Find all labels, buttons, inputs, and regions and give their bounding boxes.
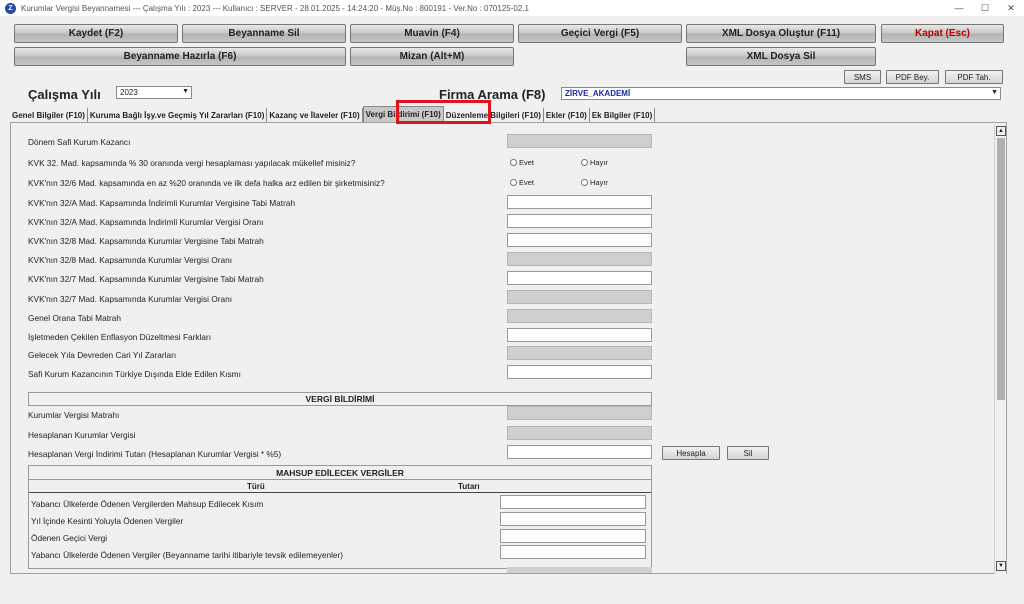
- mahsup-kesinti-input[interactable]: [500, 512, 646, 526]
- sil-button[interactable]: Sil: [727, 446, 769, 460]
- kurumlar-vergisi-matrahi-field: [507, 406, 652, 420]
- mahsup-column-header: Türü Tutarı: [29, 480, 651, 493]
- chevron-down-icon: ▼: [182, 88, 189, 95]
- tab-kazanc-ilaveler[interactable]: Kazanç ve İlaveler (F10): [267, 108, 363, 122]
- mizan-button[interactable]: Mizan (Alt+M): [350, 47, 514, 66]
- kvk32-8-oran-field: [507, 252, 652, 266]
- radio-circle-icon: [510, 179, 517, 186]
- tab-bar: Genel Bilgiler (F10) Kuruma Bağlı İşy.ve…: [10, 106, 656, 122]
- gecici-vergi-button[interactable]: Geçici Vergi (F5): [518, 24, 682, 43]
- row-label: KVK'nın 32/8 Mad. Kapsamında Kurumlar Ve…: [28, 236, 264, 246]
- app-logo-icon: Z: [5, 2, 16, 14]
- minimize-icon[interactable]: —: [946, 0, 972, 16]
- tab-genel-bilgiler[interactable]: Genel Bilgiler (F10): [10, 108, 88, 122]
- sms-button[interactable]: SMS: [844, 70, 881, 84]
- row-label: KVK 32. Mad. kapsamında % 30 oranında ve…: [28, 158, 356, 168]
- kaydet-button[interactable]: Kaydet (F2): [14, 24, 178, 43]
- kvk32a-oran-input[interactable]: [507, 214, 652, 228]
- kvk32-7-matrah-input[interactable]: [507, 271, 652, 285]
- firma-select[interactable]: ZİRVE_AKADEMİ ▼: [561, 87, 1001, 100]
- vertical-scrollbar[interactable]: ▲ ▼: [994, 124, 1006, 574]
- mahsup-row-label: Yabancı Ülkelerde Ödenen Vergiler (Beyan…: [31, 550, 344, 560]
- row-label: KVK'nın 32/8 Mad. Kapsamında Kurumlar Ve…: [28, 255, 233, 265]
- row-label: Dönem Safi Kurum Kazancı: [28, 137, 131, 147]
- xml-dosya-sil-button[interactable]: XML Dosya Sil: [686, 47, 876, 66]
- tab-ekler[interactable]: Ekler (F10): [544, 108, 590, 122]
- pdf-tah-button[interactable]: PDF Tah.: [945, 70, 1003, 84]
- vergi-bildirimi-header: VERGİ BİLDİRİMİ: [28, 392, 652, 406]
- window-controls: — ☐ ✕: [946, 0, 1024, 16]
- xml-dosya-olustur-button[interactable]: XML Dosya Oluştur (F11): [686, 24, 876, 43]
- hesapla-button[interactable]: Hesapla: [662, 446, 720, 460]
- radio-circle-icon: [510, 159, 517, 166]
- calisma-yili-label: Çalışma Yılı: [28, 87, 101, 102]
- kvk32-8-matrah-input[interactable]: [507, 233, 652, 247]
- beyanname-sil-button[interactable]: Beyanname Sil: [182, 24, 346, 43]
- scroll-up-icon[interactable]: ▲: [996, 126, 1006, 136]
- kvk32-6-hayir-radio[interactable]: Hayır: [581, 178, 608, 187]
- row-label: Hesaplanan Kurumlar Vergisi: [28, 430, 136, 440]
- row-label: Genel Orana Tabi Matrah: [28, 313, 122, 323]
- scroll-down-icon[interactable]: ▼: [996, 561, 1006, 571]
- row-label: KVK'nın 32/7 Mad. Kapsamında Kurumlar Ve…: [28, 274, 264, 284]
- chevron-down-icon: ▼: [991, 89, 998, 96]
- row-label: KVK'nın 32/A Mad. Kapsamında İndirimli K…: [28, 217, 264, 227]
- beyanname-hazirla-button[interactable]: Beyanname Hazırla (F6): [14, 47, 346, 66]
- tab-kuruma-bagli[interactable]: Kuruma Bağlı İşy.ve Geçmiş Yıl Zararları…: [88, 108, 268, 122]
- col-tutari: Tutarı: [458, 482, 480, 491]
- calisma-yili-value: 2023: [120, 88, 138, 97]
- genel-orana-tabi-matrah-field: [507, 309, 652, 323]
- radio-label: Hayır: [590, 158, 608, 167]
- calisma-yili-select[interactable]: 2023 ▼: [116, 86, 192, 99]
- partial-field: [507, 567, 652, 573]
- radio-label: Evet: [519, 178, 535, 187]
- mahsup-row-label: Yabancı Ülkelerde Ödenen Vergilerden Mah…: [31, 499, 264, 509]
- kvk32-hayir-radio[interactable]: Hayır: [581, 158, 608, 167]
- kvk32-6-evet-radio[interactable]: Evet: [510, 178, 534, 187]
- window-title: Kurumlar Vergisi Beyannamesi --- Çalışma…: [21, 3, 529, 13]
- row-label: KVK'nın 32/6 Mad. kapsamında en az %20 o…: [28, 178, 385, 188]
- row-label: İşletmeden Çekilen Enflasyon Düzeltmesi …: [28, 332, 212, 342]
- firma-value: ZİRVE_AKADEMİ: [565, 89, 631, 98]
- muavin-button[interactable]: Muavin (F4): [350, 24, 514, 43]
- donem-safi-kurum-kazanci-field: [507, 134, 652, 148]
- row-label: KVK'nın 32/A Mad. Kapsamında İndirimli K…: [28, 198, 296, 208]
- mahsup-row-label: Ödenen Geçici Vergi: [31, 533, 108, 543]
- turkiye-disinda-kazanc-input[interactable]: [507, 365, 652, 379]
- tab-ek-bilgiler[interactable]: Ek Bilgiler (F10): [590, 108, 656, 122]
- row-label: Hesaplanan Vergi İndirimi Tutarı (Hesapl…: [28, 449, 282, 459]
- kvk32a-matrah-input[interactable]: [507, 195, 652, 209]
- mahsup-tevsik-input[interactable]: [500, 545, 646, 559]
- radio-circle-icon: [581, 159, 588, 166]
- kapat-button[interactable]: Kapat (Esc): [881, 24, 1004, 43]
- radio-label: Hayır: [590, 178, 608, 187]
- vergi-indirimi-tutari-input[interactable]: [507, 445, 652, 459]
- radio-label: Evet: [519, 158, 535, 167]
- scroll-thumb[interactable]: [997, 138, 1005, 400]
- radio-circle-icon: [581, 179, 588, 186]
- gelecek-yila-devreden-field: [507, 346, 652, 360]
- mahsup-yabanci-input[interactable]: [500, 495, 646, 509]
- enflasyon-duzeltmesi-input[interactable]: [507, 328, 652, 342]
- col-turu: Türü: [247, 482, 265, 491]
- title-bar: Z Kurumlar Vergisi Beyannamesi --- Çalış…: [0, 0, 1024, 16]
- close-icon[interactable]: ✕: [998, 0, 1024, 16]
- kvk32-7-oran-field: [507, 290, 652, 304]
- mahsup-row-label: Yıl İçinde Kesinti Yoluyla Ödenen Vergil…: [31, 516, 184, 526]
- pdf-bey-button[interactable]: PDF Bey.: [886, 70, 939, 84]
- kvk32-evet-radio[interactable]: Evet: [510, 158, 534, 167]
- row-label: Kurumlar Vergisi Matrahı: [28, 410, 120, 420]
- mahsup-header: MAHSUP EDİLECEK VERGİLER: [29, 466, 651, 480]
- mahsup-gecici-vergi-input[interactable]: [500, 529, 646, 543]
- highlight-box: [396, 100, 491, 124]
- hesaplanan-kurumlar-vergisi-field: [507, 426, 652, 440]
- row-label: Gelecek Yıla Devreden Cari Yıl Zararları: [28, 350, 177, 360]
- row-label: Safi Kurum Kazancının Türkiye Dışında El…: [28, 369, 241, 379]
- maximize-icon[interactable]: ☐: [972, 0, 998, 16]
- row-label: KVK'nın 32/7 Mad. Kapsamında Kurumlar Ve…: [28, 294, 233, 304]
